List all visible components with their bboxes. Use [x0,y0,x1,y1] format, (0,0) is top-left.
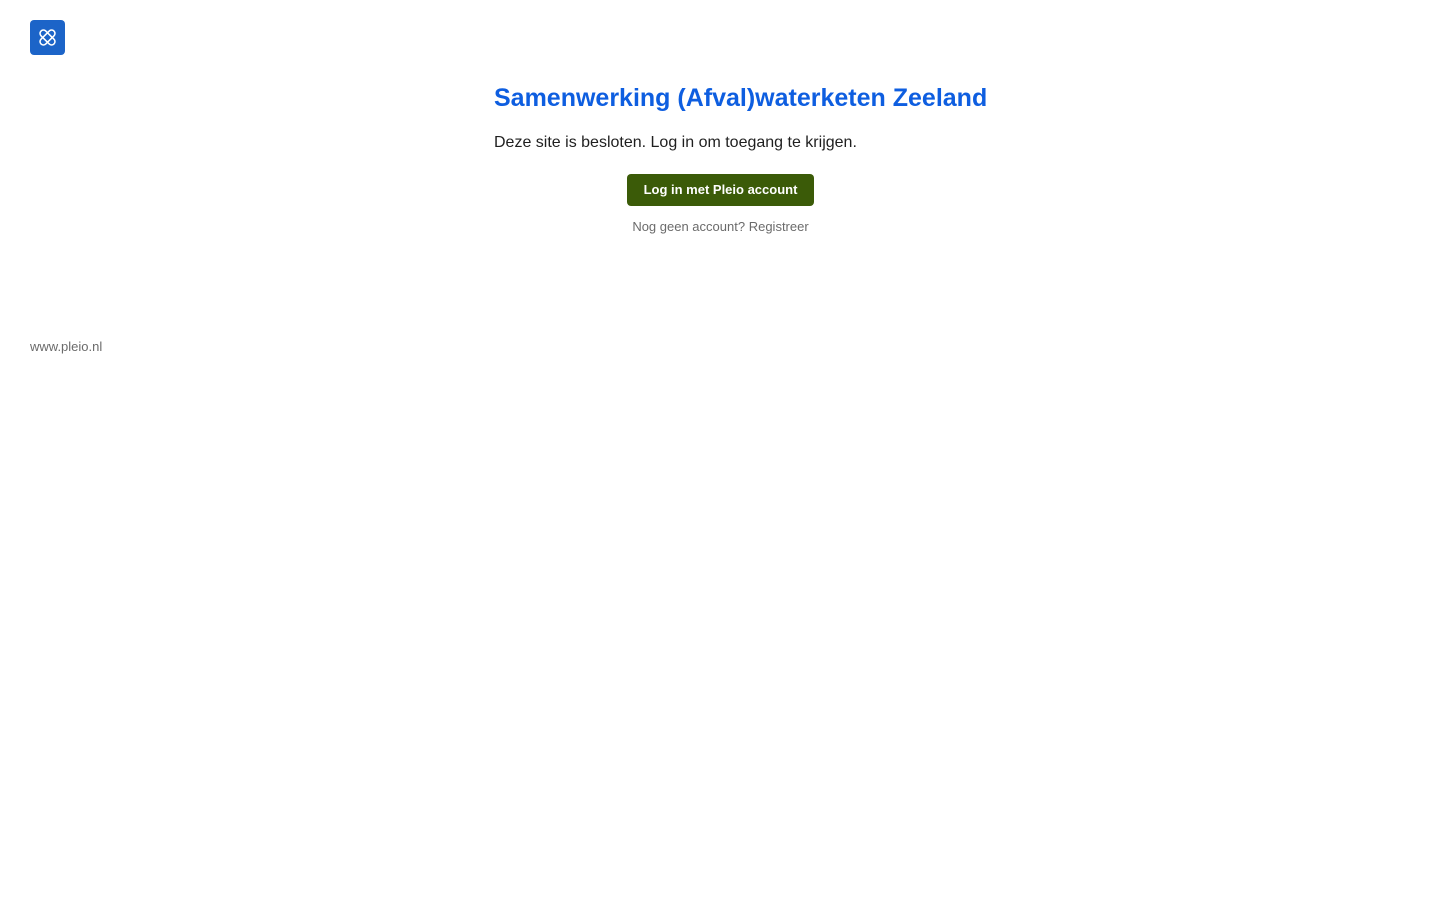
closed-site-message: Deze site is besloten. Log in om toegang… [494,134,857,151]
pleio-logo-link[interactable] [30,20,65,55]
pleio-website-link[interactable]: www.pleio.nl [30,338,102,356]
register-prompt: Nog geen account? Registreer [627,218,814,236]
login-button[interactable]: Log in met Pleio account [627,174,814,206]
pleio-logo-icon [39,29,56,46]
register-link[interactable]: Registreer [749,219,809,234]
main-content: Samenwerking (Afval)waterketen Zeeland D… [494,80,988,154]
no-account-text: Nog geen account? [632,219,746,234]
page-title: Samenwerking (Afval)waterketen Zeeland [494,84,988,112]
login-actions: Log in met Pleio account Nog geen accoun… [627,174,814,236]
